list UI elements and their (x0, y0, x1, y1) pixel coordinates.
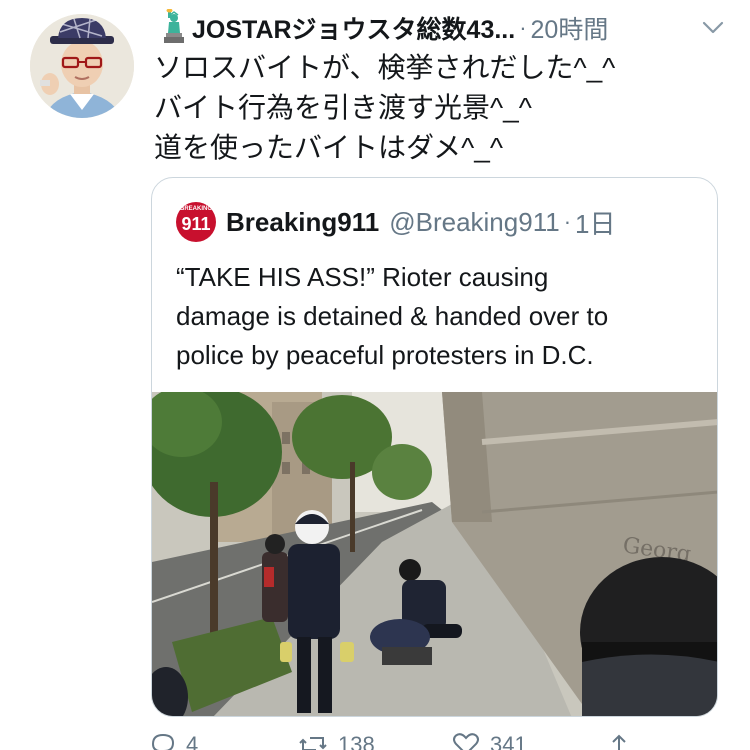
tweet-line: バイト行為を引き渡す光景^_^ (154, 92, 532, 123)
quoted-tweet-text: “TAKE HIS ASS!” Rioter causing damage is… (176, 258, 706, 375)
quoted-tweet-header: BREAKING 911 Breaking911 @Breaking911 · … (176, 202, 697, 242)
like-count: 341 (490, 732, 527, 750)
share-button[interactable] (608, 732, 640, 750)
quoted-line: damage is detained & handed over to (176, 301, 609, 331)
quoted-line: police by peaceful protesters in D.C. (176, 340, 594, 370)
chevron-down-icon[interactable] (700, 16, 726, 40)
retweet-icon (299, 737, 327, 750)
retweet-count: 138 (338, 732, 375, 750)
avatar[interactable] (30, 14, 134, 118)
breaking911-logo-icon: BREAKING 911 (176, 202, 216, 242)
separator-dot: · (519, 15, 527, 40)
tweet-text: ソロスバイトが、検挙されだした^_^ バイト行為を引き渡す光景^_^ 道を使った… (154, 48, 714, 168)
tweet-line: ソロスバイトが、検挙されだした^_^ (154, 52, 616, 83)
like-icon (453, 733, 479, 750)
tweet-header: JOSTARジョウスタ総数43... · 20時間 (158, 8, 726, 48)
share-icon (612, 734, 626, 750)
video-thumbnail[interactable]: Georg (152, 387, 717, 716)
separator-dot: · (563, 209, 572, 234)
quoted-author-handle[interactable]: @Breaking911 (389, 207, 559, 238)
author-name[interactable]: JOSTARジョウスタ総数43... (192, 10, 515, 46)
reply-count: 4 (186, 732, 199, 750)
quoted-line: “TAKE HIS ASS!” Rioter causing (176, 262, 549, 292)
action-bar: 4 138 341 (150, 730, 670, 750)
quoted-author-name[interactable]: Breaking911 (226, 207, 379, 238)
like-button[interactable]: 341 (452, 732, 527, 750)
tweet-timestamp[interactable]: 20時間 (531, 10, 609, 46)
logo-text: 911 (181, 214, 211, 234)
quoted-timestamp[interactable]: 1日 (575, 204, 615, 241)
reply-button[interactable]: 4 (150, 732, 198, 750)
avatar-image (30, 14, 134, 118)
statue-of-liberty-icon (158, 8, 192, 48)
retweet-button[interactable]: 138 (298, 732, 375, 750)
tweet-line: 道を使ったバイトはダメ^_^ (154, 132, 504, 163)
logo-small-text: BREAKING (179, 206, 212, 212)
quoted-tweet[interactable]: BREAKING 911 Breaking911 @Breaking911 · … (151, 177, 718, 717)
reply-icon (151, 733, 175, 750)
